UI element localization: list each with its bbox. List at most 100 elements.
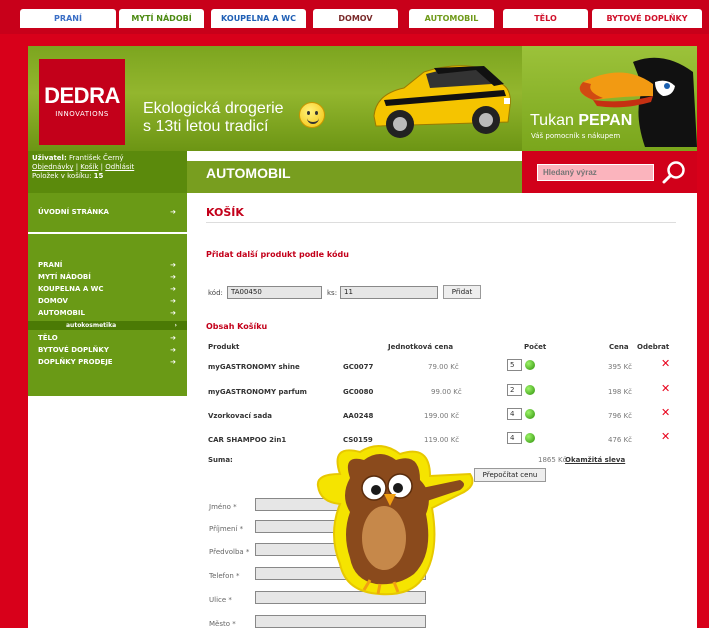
phone-label: Telefon * — [209, 572, 240, 580]
sidebar-item-label: AUTOMOBIL — [38, 309, 85, 317]
sidebar-item-home[interactable]: ÚVODNÍ STRÁNKA ➔ — [38, 208, 176, 216]
sidebar-item-label: DOPLŇKY PRODEJE — [38, 358, 113, 366]
row-qty-input[interactable]: 2 — [507, 384, 522, 396]
remove-icon[interactable]: ✕ — [661, 357, 670, 370]
top-tab-label: PRANÍ — [54, 14, 82, 23]
section-title: AUTOMOBIL — [206, 165, 291, 181]
sidebar-item-domov[interactable]: DOMOV ➔ — [38, 297, 176, 305]
arrow-right-icon: ➔ — [170, 261, 176, 269]
remove-icon[interactable]: ✕ — [661, 382, 670, 395]
sum-label: Suma: — [208, 456, 233, 464]
row-unit-price: 79.00 Kč — [428, 363, 459, 371]
user-label: Uživatel: — [32, 154, 67, 162]
row-product-code: GC0080 — [343, 388, 374, 396]
qty-input[interactable]: 11 — [340, 286, 438, 299]
title-divider — [206, 222, 676, 223]
add-button[interactable]: Přidat — [443, 285, 481, 299]
user-name: František Černý — [68, 154, 124, 162]
top-tab-telo[interactable]: TĚLO — [503, 9, 588, 28]
chevron-right-icon: › — [174, 322, 177, 329]
smiley-icon — [299, 102, 325, 128]
top-tab-koupelna[interactable]: KOUPELNA A WC — [211, 9, 306, 28]
add-product-heading: Přidat další produkt podle kódu — [206, 250, 349, 259]
row-product-name: myGASTRONOMY parfum — [208, 388, 307, 396]
arrow-right-icon: ➔ — [170, 285, 176, 293]
row-product-code: GC0077 — [343, 363, 374, 371]
slogan-line1: Ekologická drogerie — [143, 100, 284, 117]
update-qty-icon[interactable] — [525, 433, 535, 443]
tukan-subtitle: Váš pomocník s nákupem — [531, 132, 621, 140]
search-icon[interactable] — [661, 160, 687, 186]
col-header-count: Počet — [524, 343, 547, 351]
cart-title: KOŠÍK — [206, 206, 244, 219]
qty-label: ks: — [327, 289, 338, 297]
phone-prefix-label: Předvolba * — [209, 548, 250, 556]
sidebar-item-koupelna[interactable]: KOUPELNA A WC ➔ — [38, 285, 176, 293]
row-product-code: AA0248 — [343, 412, 374, 420]
arrow-right-icon: ➔ — [170, 309, 176, 317]
top-tab-domov[interactable]: DOMOV — [313, 9, 398, 28]
sidebar-item-telo[interactable]: TĚLO ➔ — [38, 334, 176, 342]
sidebar-item-prani[interactable]: PRANÍ ➔ — [38, 261, 176, 269]
dedra-logo[interactable]: DEDRA INNOVATIONS — [39, 59, 125, 145]
code-label: kód: — [208, 289, 223, 297]
top-tab-label: DOMOV — [338, 14, 373, 23]
search-input[interactable] — [537, 164, 654, 181]
last-name-label: Příjmení * — [209, 525, 244, 533]
col-header-price: Cena — [609, 343, 629, 351]
car-image — [373, 65, 511, 138]
row-price: 198 Kč — [608, 388, 633, 396]
arrow-right-icon: ➔ — [170, 334, 176, 342]
sidebar-item-bytove[interactable]: BYTOVÉ DOPLŇKY ➔ — [38, 346, 176, 354]
sidebar-item-label: BYTOVÉ DOPLŇKY — [38, 346, 109, 354]
row-qty-input[interactable]: 4 — [507, 432, 522, 444]
arrow-right-icon: ➔ — [170, 358, 176, 366]
sidebar-item-label: ÚVODNÍ STRÁNKA — [38, 208, 109, 216]
code-input[interactable]: TA00450 — [227, 286, 322, 299]
orders-link[interactable]: Objednávky — [32, 163, 73, 171]
sidebar-item-automobil[interactable]: AUTOMOBIL ➔ — [38, 309, 176, 317]
sidebar-item-label: TĚLO — [38, 334, 58, 342]
tukan-title-light: Tukan — [530, 112, 579, 129]
sidebar-item-label: MYTÍ NÁDOBÍ — [38, 273, 91, 281]
slogan-line2: s 13ti letou tradicí — [143, 118, 269, 135]
city-field[interactable] — [255, 615, 426, 628]
row-unit-price: 99.00 Kč — [431, 388, 462, 396]
row-price: 395 Kč — [608, 363, 633, 371]
sidebar-item-doplnky-prodeje[interactable]: DOPLŇKY PRODEJE ➔ — [38, 358, 176, 366]
top-tab-bytove-doplnky[interactable]: BYTOVÉ DOPLŇKY — [592, 9, 702, 28]
top-tab-label: KOUPELNA A WC — [221, 14, 296, 23]
top-tab-label: AUTOMOBIL — [424, 14, 479, 23]
sidebar-divider — [28, 232, 187, 234]
col-header-unit-price: Jednotková cena — [388, 343, 454, 351]
top-tab-prani[interactable]: PRANÍ — [20, 9, 116, 28]
top-tab-automobil[interactable]: AUTOMOBIL — [409, 9, 494, 28]
row-qty-input[interactable]: 5 — [507, 359, 522, 371]
sidebar-subitem-autokosmetika[interactable]: autokosmetika › — [28, 321, 187, 330]
sidebar-item-label: KOUPELNA A WC — [38, 285, 104, 293]
sum-value: 1865 Kč — [538, 456, 567, 464]
owl-mascot-image — [316, 445, 474, 596]
update-qty-icon[interactable] — [525, 409, 535, 419]
top-tab-label: BYTOVÉ DOPLŇKY — [606, 14, 688, 23]
user-box: Uživatel: František Černý Objednávky | K… — [28, 151, 187, 193]
top-tab-myti-nadobi[interactable]: MYTÍ NÁDOBÍ — [119, 9, 204, 28]
cart-link[interactable]: Košík — [80, 163, 98, 171]
row-unit-price: 199.00 Kč — [424, 412, 460, 420]
col-header-remove: Odebrat — [637, 343, 670, 351]
logout-link[interactable]: Odhlásit — [105, 163, 134, 171]
update-qty-icon[interactable] — [525, 360, 535, 370]
street-label: Ulice * — [209, 596, 232, 604]
row-product-name: CAR SHAMPOO 2in1 — [208, 436, 287, 444]
sidebar-item-myti[interactable]: MYTÍ NÁDOBÍ ➔ — [38, 273, 176, 281]
instant-discount-link[interactable]: Okamžitá sleva — [565, 456, 625, 464]
update-qty-icon[interactable] — [525, 385, 535, 395]
arrow-right-icon: ➔ — [170, 208, 176, 216]
remove-icon[interactable]: ✕ — [661, 406, 670, 419]
recalculate-button[interactable]: Přepočítat cenu — [474, 468, 546, 482]
cart-count: 15 — [93, 172, 104, 180]
top-tab-label: TĚLO — [534, 14, 557, 23]
row-product-name: myGASTRONOMY shine — [208, 363, 300, 371]
remove-icon[interactable]: ✕ — [661, 430, 670, 443]
row-qty-input[interactable]: 4 — [507, 408, 522, 420]
